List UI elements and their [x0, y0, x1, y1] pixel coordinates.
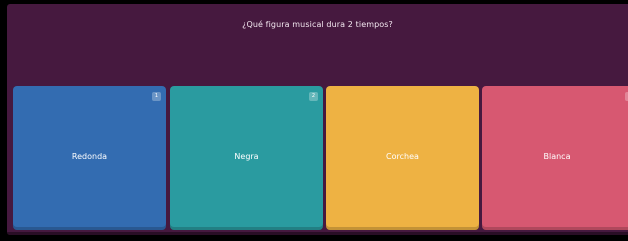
answer-option-4[interactable]: 4 Blanca: [482, 86, 628, 230]
answer-option-3[interactable]: 3 Corchea: [326, 86, 479, 230]
panel-bottom-edge: [7, 232, 628, 235]
question-panel: ¿Qué figura musical dura 2 tiempos? 1 Re…: [7, 4, 628, 235]
question-text: ¿Qué figura musical dura 2 tiempos?: [242, 20, 393, 29]
answer-label: Negra: [234, 152, 259, 161]
shortcut-badge: 1: [152, 92, 161, 101]
answer-option-2[interactable]: 2 Negra: [170, 86, 323, 230]
answer-label: Redonda: [71, 152, 108, 161]
answer-option-1[interactable]: 1 Redonda: [13, 86, 166, 230]
answer-label: Blanca: [543, 152, 571, 161]
quiz-screen: ¿Qué figura musical dura 2 tiempos? 1 Re…: [0, 0, 628, 241]
shortcut-badge: 2: [309, 92, 318, 101]
answer-label: Corchea: [386, 152, 419, 161]
